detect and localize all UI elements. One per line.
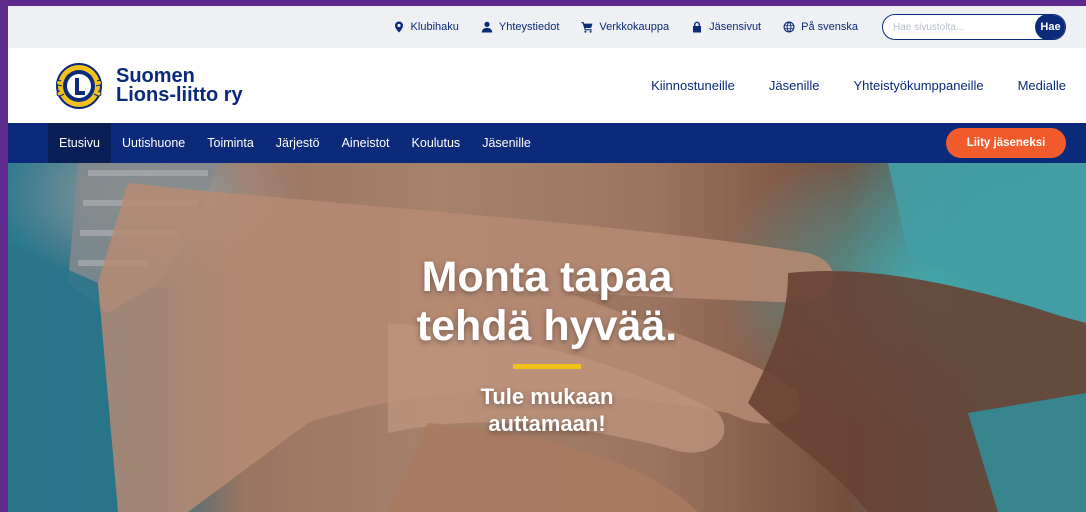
lock-icon — [693, 21, 702, 33]
site-logo[interactable]: Suomen Lions-liitto ry — [52, 59, 243, 113]
util-link-verkkokauppa[interactable]: Verkkokauppa — [581, 21, 669, 33]
lions-emblem-icon — [56, 62, 102, 109]
site-header: Suomen Lions-liitto ry Kiinnostuneille J… — [8, 48, 1086, 123]
globe-icon — [783, 21, 795, 33]
util-link-yhteystiedot[interactable]: Yhteystiedot — [481, 21, 560, 33]
join-button[interactable]: Liity jäseneksi — [946, 128, 1066, 158]
util-link-label: Jäsensivut — [709, 21, 762, 33]
search-button[interactable]: Hae — [1035, 15, 1065, 39]
nav-item-toiminta[interactable]: Toiminta — [196, 123, 265, 163]
page-frame: Klubihaku Yhteystiedot Verkkokauppa Jäse… — [8, 6, 1086, 512]
audience-nav-kiinnostuneille[interactable]: Kiinnostuneille — [651, 78, 735, 93]
util-link-klubihaku[interactable]: Klubihaku — [393, 21, 459, 33]
audience-nav-yhteistyokumppaneille[interactable]: Yhteistyökumppaneille — [854, 78, 984, 93]
util-link-jasensivut[interactable]: Jäsensivut — [691, 21, 761, 33]
search-box: Hae — [882, 14, 1066, 40]
util-link-pa-svenska[interactable]: På svenska — [783, 21, 858, 33]
util-link-label: Yhteystiedot — [498, 21, 560, 33]
nav-item-jarjesto[interactable]: Järjestö — [265, 123, 331, 163]
nav-item-etusivu[interactable]: Etusivu — [48, 123, 111, 163]
user-icon — [481, 21, 493, 33]
hero-content: Monta tapaa tehdä hyvää. Tule mukaan aut… — [8, 253, 1086, 437]
util-link-label: Klubihaku — [410, 21, 459, 33]
nav-item-jasenille[interactable]: Jäsenille — [471, 123, 542, 163]
audience-nav-jasenille[interactable]: Jäsenille — [769, 78, 820, 93]
hero-banner: Monta tapaa tehdä hyvää. Tule mukaan aut… — [8, 163, 1086, 512]
nav-item-aineistot[interactable]: Aineistot — [331, 123, 401, 163]
nav-item-uutishuone[interactable]: Uutishuone — [111, 123, 196, 163]
nav-item-koulutus[interactable]: Koulutus — [401, 123, 472, 163]
logo-text: Suomen Lions-liitto ry — [116, 64, 243, 106]
search-input[interactable] — [883, 15, 1035, 39]
audience-nav: Kiinnostuneille Jäsenille Yhteistyökumpp… — [617, 78, 1066, 93]
primary-nav: Etusivu Uutishuone Toiminta Järjestö Ain… — [8, 123, 1086, 163]
hero-title: Monta tapaa tehdä hyvää. — [416, 253, 678, 350]
utility-bar: Klubihaku Yhteystiedot Verkkokauppa Jäse… — [8, 6, 1086, 48]
audience-nav-medialle[interactable]: Medialle — [1018, 78, 1066, 93]
util-link-label: Verkkokauppa — [599, 21, 670, 33]
util-link-label: På svenska — [801, 21, 858, 33]
location-pin-icon — [394, 21, 403, 33]
hero-divider — [513, 364, 581, 369]
logo-line-1: Suomen — [116, 64, 195, 87]
hero-subtitle: Tule mukaan auttamaan! — [480, 384, 614, 436]
logo-line-2: Lions-liitto ry — [116, 83, 243, 106]
cart-icon — [581, 22, 593, 33]
